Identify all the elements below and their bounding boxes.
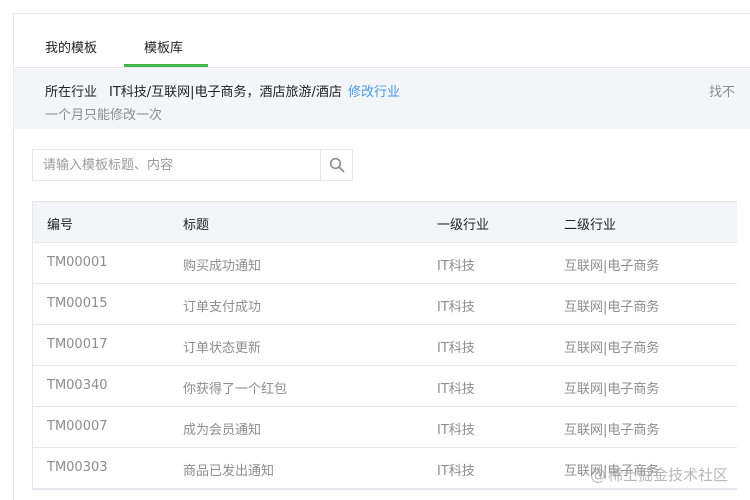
column-header-title: 标题 [183, 218, 210, 233]
primary-industry: IT科技 [437, 259, 475, 274]
template-title: 订单状态更新 [183, 341, 262, 356]
primary-industry: IT科技 [437, 382, 475, 397]
table-row[interactable]: TM00340 你获得了一个红包 IT科技 互联网|电子商务 [33, 366, 737, 407]
template-title: 商品已发出通知 [183, 464, 275, 479]
secondary-industry: 互联网|电子商务 [564, 341, 660, 356]
secondary-industry: 互联网|电子商务 [564, 259, 660, 274]
table-row[interactable]: TM00007 成为会员通知 IT科技 互联网|电子商务 [33, 407, 737, 448]
template-table: 编号 标题 一级行业 二级行业 TM00001 购买成功通知 IT科技 互联网|… [32, 201, 737, 490]
modify-industry-link[interactable]: 修改行业 [348, 85, 400, 100]
column-header-primary-industry: 一级行业 [437, 218, 490, 233]
column-header-id: 编号 [47, 218, 74, 233]
watermark-at: @ [590, 465, 606, 484]
tab-bar: 我的模板 模板库 [14, 14, 750, 68]
primary-industry: IT科技 [437, 464, 475, 479]
template-id: TM00001 [47, 255, 108, 270]
search-input[interactable] [33, 150, 320, 180]
truncated-right-text: 找不 [709, 85, 736, 100]
industry-values: IT科技/互联网|电子商务，酒店旅游/酒店 [109, 85, 342, 100]
active-tab-indicator [124, 64, 208, 67]
table-row[interactable]: TM00017 订单状态更新 IT科技 互联网|电子商务 [33, 325, 737, 366]
template-title: 成为会员通知 [183, 423, 262, 438]
template-search [32, 149, 353, 181]
watermark-text: 稀土掘金技术社区 [608, 466, 729, 484]
tab-my-templates[interactable]: 我的模板 [45, 37, 97, 56]
column-header-secondary-industry: 二级行业 [564, 218, 617, 233]
primary-industry: IT科技 [437, 300, 475, 315]
template-id: TM00017 [47, 337, 108, 352]
watermark: @ 稀土掘金技术社区 [590, 464, 728, 485]
template-id: TM00340 [47, 378, 108, 393]
template-title: 购买成功通知 [183, 259, 262, 274]
template-id: TM00007 [47, 419, 108, 434]
table-row[interactable]: TM00001 购买成功通知 IT科技 互联网|电子商务 [33, 243, 737, 284]
table-row[interactable]: TM00015 订单支付成功 IT科技 互联网|电子商务 [33, 284, 737, 325]
search-button[interactable] [320, 150, 352, 180]
secondary-industry: 互联网|电子商务 [564, 382, 660, 397]
template-title: 你获得了一个红包 [183, 382, 288, 397]
industry-notice: 所在行业 IT科技/互联网|电子商务，酒店旅游/酒店 修改行业 一个月只能修改一次 … [14, 69, 750, 129]
template-id: TM00015 [47, 296, 108, 311]
secondary-industry: 互联网|电子商务 [564, 423, 660, 438]
primary-industry: IT科技 [437, 423, 475, 438]
industry-line: 所在行业 IT科技/互联网|电子商务，酒店旅游/酒店 修改行业 [45, 81, 400, 100]
primary-industry: IT科技 [437, 341, 475, 356]
template-title: 订单支付成功 [183, 300, 262, 315]
template-id: TM00303 [47, 460, 108, 475]
table-header: 编号 标题 一级行业 二级行业 [33, 202, 737, 243]
modify-limit-note: 一个月只能修改一次 [45, 108, 163, 123]
secondary-industry: 互联网|电子商务 [564, 300, 660, 315]
tab-template-library[interactable]: 模板库 [144, 37, 183, 56]
industry-label: 所在行业 [45, 85, 98, 100]
